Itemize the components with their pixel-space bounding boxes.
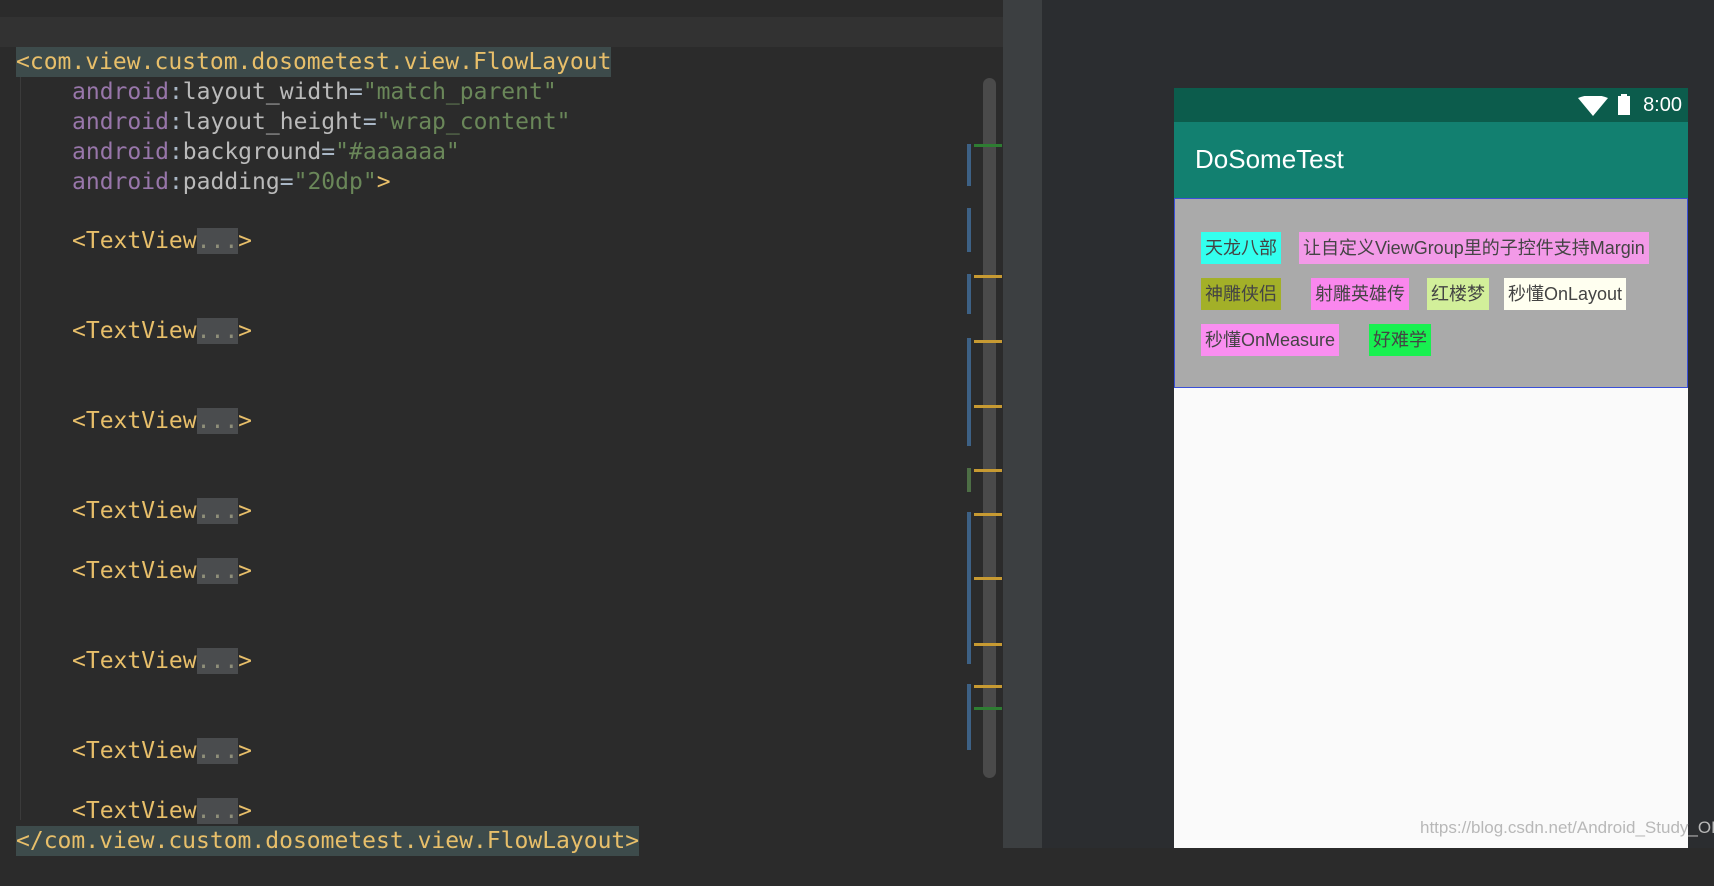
status-bar: 8:00 <box>1174 88 1688 122</box>
code-line-textview[interactable]: <TextView...> <box>0 286 1003 344</box>
attr-name: padding <box>182 169 280 195</box>
code-line-textview[interactable]: <TextView...> <box>0 196 1003 254</box>
error-stripe-marker[interactable] <box>974 144 1002 147</box>
textview-open-tag: <TextView <box>72 408 197 434</box>
attr-value: "20dp" <box>293 169 377 195</box>
change-marker <box>967 468 971 492</box>
change-marker <box>967 208 971 252</box>
textview-close-bracket: > <box>238 738 253 764</box>
change-marker <box>967 512 971 664</box>
textview-close-bracket: > <box>238 648 253 674</box>
textview-open-tag: <TextView <box>72 738 197 764</box>
code-line-textview[interactable]: <TextView...> <box>0 376 1003 434</box>
textview-close-bracket: > <box>238 498 253 524</box>
attr-namespace: android <box>72 169 169 195</box>
error-stripe-marker[interactable] <box>974 643 1002 646</box>
textview-close-bracket: > <box>238 228 253 254</box>
error-stripe-marker[interactable] <box>974 577 1002 580</box>
error-stripe-marker[interactable] <box>974 707 1002 710</box>
panel-divider[interactable] <box>1003 0 1042 848</box>
textview-open-tag: <TextView <box>72 648 197 674</box>
folded-code-marker[interactable]: ... <box>196 318 239 344</box>
tag-close-bracket: > <box>376 169 391 195</box>
textview-close-bracket: > <box>238 318 253 344</box>
wifi-icon <box>1578 96 1608 116</box>
error-stripe-marker[interactable] <box>974 469 1002 472</box>
device-preview: 8:00 DoSomeTest 天龙八部 让自定义ViewGroup里的子控件支… <box>1174 88 1688 848</box>
code-line-textview[interactable]: <TextView...> <box>0 466 1003 524</box>
colon: : <box>168 169 183 195</box>
error-stripe-marker[interactable] <box>974 513 1002 516</box>
folded-code-marker[interactable]: ... <box>196 558 239 584</box>
flow-chip: 神雕侠侣 <box>1201 278 1281 310</box>
error-stripe-marker[interactable] <box>974 685 1002 688</box>
status-time: 8:00 <box>1643 94 1682 116</box>
code-line-attr[interactable]: android:padding="20dp"> <box>0 137 1003 195</box>
folded-code-marker[interactable]: ... <box>196 408 239 434</box>
app-title: DoSomeTest <box>1195 144 1344 174</box>
code-line-attr[interactable]: android:layout_height="wrap_content" <box>0 77 1003 135</box>
textview-close-bracket: > <box>238 558 253 584</box>
textview-open-tag: <TextView <box>72 318 197 344</box>
code-line-attr[interactable]: android:background="#aaaaaa" <box>0 107 1003 165</box>
app-bar: DoSomeTest <box>1174 122 1688 198</box>
code-line-textview[interactable]: <TextView...> <box>0 616 1003 674</box>
textview-open-tag: <TextView <box>72 558 197 584</box>
textview-open-tag: <TextView <box>72 228 197 254</box>
folded-code-marker[interactable]: ... <box>196 648 239 674</box>
flow-chip: 秒懂OnLayout <box>1504 278 1627 310</box>
code-line-textview[interactable]: <TextView...> <box>0 526 1003 584</box>
flow-chip: 好难学 <box>1369 324 1431 356</box>
flow-chip: 射雕英雄传 <box>1311 278 1409 310</box>
code-line-root-open[interactable]: <com.view.custom.dosometest.view.FlowLay… <box>0 17 1003 77</box>
error-stripe-marker[interactable] <box>974 275 1002 278</box>
root-close-tag: </com.view.custom.dosometest.view.FlowLa… <box>16 826 640 856</box>
error-stripe-marker[interactable] <box>974 340 1002 343</box>
folded-code-marker[interactable]: ... <box>196 498 239 524</box>
change-marker <box>967 274 971 314</box>
folded-code-marker[interactable]: ... <box>196 228 239 254</box>
flow-chip: 天龙八部 <box>1201 232 1281 264</box>
flow-chip: 红楼梦 <box>1427 278 1489 310</box>
code-line-textview[interactable]: <TextView...> <box>0 766 1003 824</box>
flow-layout: 天龙八部 让自定义ViewGroup里的子控件支持Margin 神雕侠侣 射雕英… <box>1174 198 1688 388</box>
change-marker <box>967 144 971 186</box>
flow-chip: 秒懂OnMeasure <box>1201 324 1340 356</box>
textview-close-bracket: > <box>238 408 253 434</box>
textview-open-tag: <TextView <box>72 498 197 524</box>
error-stripe-marker[interactable] <box>974 405 1002 408</box>
code-editor[interactable]: <com.view.custom.dosometest.view.FlowLay… <box>0 0 1003 856</box>
code-line-attr[interactable]: android:layout_width="match_parent" <box>0 47 1003 105</box>
code-line-root-close[interactable]: </com.view.custom.dosometest.view.FlowLa… <box>0 796 1003 856</box>
code-line-textview[interactable]: <TextView...> <box>0 706 1003 764</box>
battery-icon <box>1618 94 1630 115</box>
watermark: https://blog.csdn.net/Android_Study_OK <box>1420 818 1714 837</box>
change-marker <box>967 684 971 750</box>
change-marker <box>967 338 971 446</box>
editor-scrollbar[interactable] <box>983 78 996 778</box>
equals: = <box>279 169 294 195</box>
flow-chip: 让自定义ViewGroup里的子控件支持Margin <box>1299 232 1649 264</box>
folded-code-marker[interactable]: ... <box>196 738 239 764</box>
